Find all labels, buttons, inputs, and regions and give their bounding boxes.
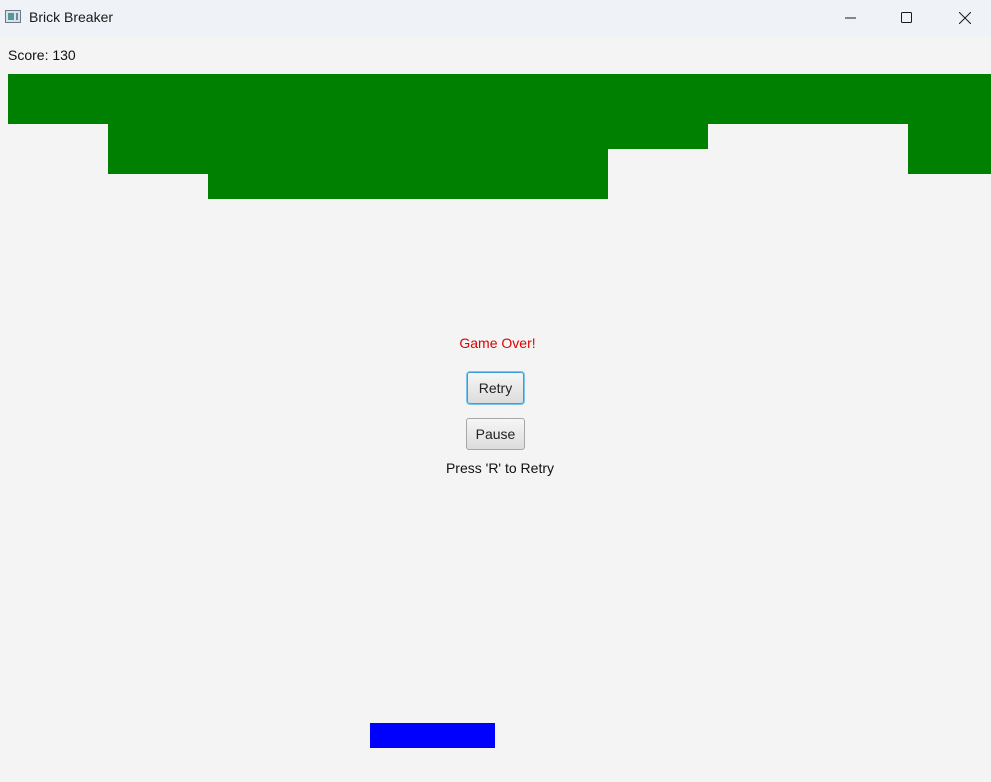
retry-button[interactable]: Retry <box>467 372 524 404</box>
brick <box>908 124 991 174</box>
minimize-button[interactable] <box>828 0 874 36</box>
window-title: Brick Breaker <box>29 9 114 25</box>
title-bar[interactable]: Brick Breaker <box>0 0 991 36</box>
pause-button[interactable]: Pause <box>466 418 525 450</box>
close-icon <box>959 12 971 24</box>
app-icon <box>5 10 21 23</box>
score-label: Score: 130 <box>8 47 76 63</box>
minimize-icon <box>845 17 856 19</box>
brick <box>208 174 608 199</box>
paddle[interactable] <box>370 723 495 748</box>
close-button[interactable] <box>942 0 988 36</box>
brick <box>8 74 991 124</box>
game-window: Brick Breaker Score: 130 Game Over! Retr… <box>0 0 991 782</box>
brick <box>108 149 608 174</box>
maximize-icon <box>901 12 912 23</box>
brick <box>108 124 708 149</box>
game-over-message: Game Over! <box>459 335 536 351</box>
maximize-button[interactable] <box>884 0 930 36</box>
retry-hint: Press 'R' to Retry <box>445 460 555 476</box>
